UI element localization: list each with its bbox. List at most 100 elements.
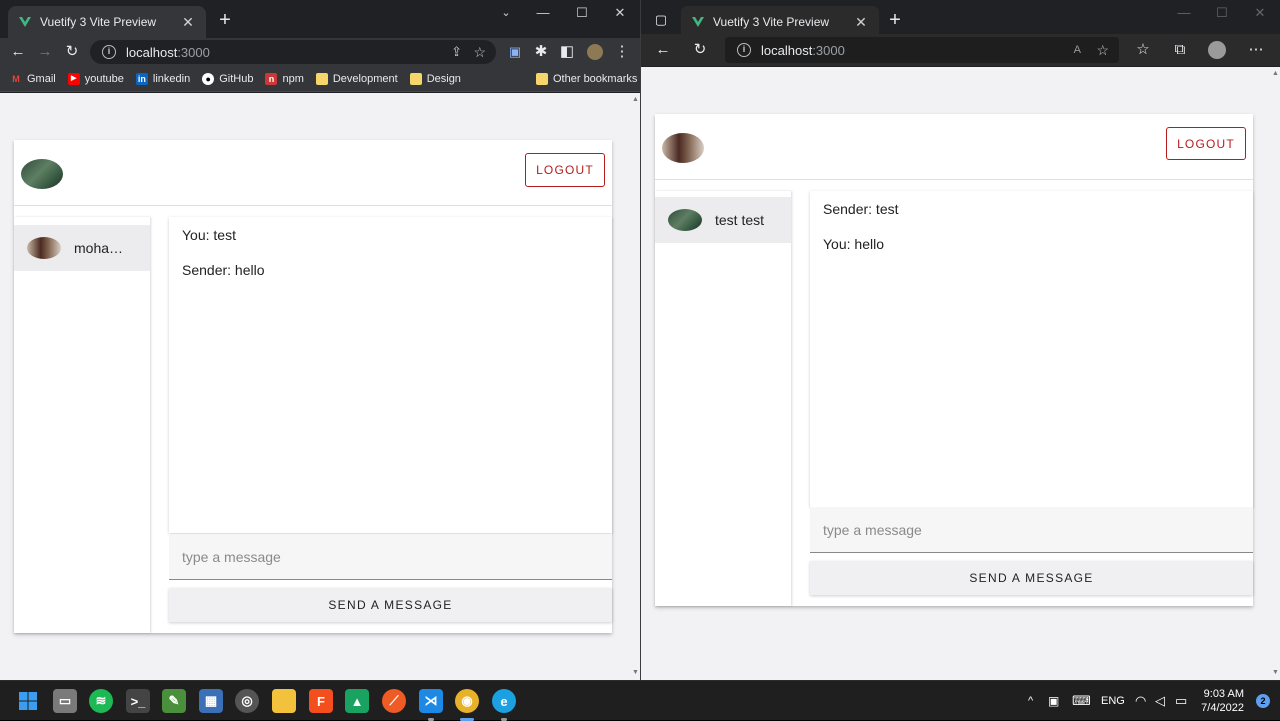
user-avatar[interactable] bbox=[21, 159, 63, 189]
new-tab-button[interactable]: + bbox=[885, 10, 905, 30]
site-info-icon[interactable]: i bbox=[102, 45, 116, 59]
terminal-icon[interactable]: >_ bbox=[126, 689, 150, 713]
url-port: :3000 bbox=[812, 42, 845, 58]
github-icon: ● bbox=[202, 72, 215, 85]
close-window-button[interactable]: ✕ bbox=[1249, 4, 1271, 22]
bookmark-label: linkedin bbox=[152, 72, 191, 85]
back-icon[interactable]: ← bbox=[8, 42, 28, 62]
send-message-button[interactable]: SEND A MESSAGE bbox=[169, 588, 612, 622]
bookmark-github[interactable]: ● GitHub bbox=[202, 72, 253, 85]
folder-icon[interactable] bbox=[272, 689, 296, 713]
postman-icon[interactable]: ⟋ bbox=[382, 689, 406, 713]
user-avatar[interactable] bbox=[662, 133, 704, 163]
url-host: localhost bbox=[761, 42, 813, 58]
edge-page-viewport: ▲ ▼ LOGOUT test test Sender: test You: h… bbox=[641, 67, 1280, 680]
page-scrollbar[interactable]: ▲ ▼ bbox=[630, 93, 640, 680]
message-input-field[interactable] bbox=[169, 534, 612, 580]
contacts-sidebar: mohammed bbox=[14, 217, 150, 633]
close-tab-icon[interactable]: ✕ bbox=[853, 14, 869, 30]
contact-item[interactable]: mohammed bbox=[14, 225, 150, 271]
chat-card: LOGOUT test test Sender: test You: hello… bbox=[655, 114, 1253, 606]
language-indicator[interactable]: ENG bbox=[1101, 681, 1125, 721]
bookmark-star-icon[interactable]: ☆ bbox=[473, 44, 486, 61]
collections-icon[interactable]: ⧉ bbox=[1170, 40, 1190, 60]
close-tab-icon[interactable]: ✕ bbox=[180, 14, 196, 30]
forward-icon[interactable]: → bbox=[35, 42, 55, 62]
bookmark-youtube[interactable]: ▶ youtube bbox=[67, 72, 124, 85]
minimize-button[interactable]: — bbox=[532, 4, 554, 22]
message-input-field[interactable] bbox=[810, 507, 1253, 553]
message-input[interactable] bbox=[182, 548, 612, 565]
contact-avatar bbox=[27, 237, 61, 259]
bookmark-label: Other bookmarks bbox=[553, 72, 638, 85]
address-bar[interactable]: i localhost:3000 A ☆ bbox=[725, 37, 1119, 63]
reload-icon[interactable]: ↻ bbox=[62, 42, 82, 62]
bookmark-linkedin[interactable]: in linkedin bbox=[135, 72, 191, 85]
wifi-icon[interactable]: ◠ bbox=[1135, 681, 1146, 721]
menu-kebab-icon[interactable]: ⋮ bbox=[612, 42, 632, 62]
chrome-tab[interactable]: Vuetify 3 Vite Preview ✕ bbox=[8, 6, 206, 38]
scroll-down-icon[interactable]: ▼ bbox=[1272, 669, 1279, 676]
contact-item[interactable]: test test bbox=[655, 197, 791, 243]
scroll-up-icon[interactable]: ▲ bbox=[1272, 70, 1279, 77]
share-icon[interactable]: ⇪ bbox=[451, 44, 462, 60]
tray-app-icon[interactable]: ▣ bbox=[1048, 681, 1059, 721]
notification-badge[interactable]: 2 bbox=[1256, 694, 1270, 708]
site-info-icon[interactable]: i bbox=[737, 43, 751, 57]
tab-title: Vuetify 3 Vite Preview bbox=[40, 15, 157, 29]
reload-icon[interactable]: ↻ bbox=[690, 40, 710, 60]
obs-icon[interactable]: ◎ bbox=[235, 689, 259, 713]
file-explorer-icon[interactable]: ▭ bbox=[53, 689, 77, 713]
new-tab-button[interactable]: + bbox=[215, 10, 235, 30]
battery-icon[interactable]: ▭ bbox=[1175, 681, 1187, 721]
notepad-icon[interactable]: ✎ bbox=[162, 689, 186, 713]
bookmarks-bar: M Gmail ▶ youtube in linkedin ● GitHub n npm … bbox=[0, 66, 640, 92]
menu-more-icon[interactable]: ⋯ bbox=[1246, 40, 1266, 60]
maximize-button[interactable]: ☐ bbox=[1211, 4, 1233, 22]
message-input[interactable] bbox=[823, 521, 1253, 538]
npm-icon: n bbox=[265, 72, 278, 85]
bookmark-design[interactable]: Design bbox=[409, 72, 461, 85]
read-aloud-icon[interactable]: A bbox=[1074, 44, 1081, 56]
show-hidden-icons[interactable]: ^ bbox=[1028, 681, 1033, 721]
logout-button[interactable]: LOGOUT bbox=[1166, 127, 1246, 160]
bookmark-gmail[interactable]: M Gmail bbox=[10, 72, 56, 85]
bookmark-npm[interactable]: n npm bbox=[265, 72, 304, 85]
bookmark-label: Gmail bbox=[27, 72, 56, 85]
add-favorite-icon[interactable]: ☆ bbox=[1096, 42, 1109, 59]
translate-extension-icon[interactable]: ▣ bbox=[505, 42, 525, 62]
extensions-icon[interactable]: ✱ bbox=[531, 42, 551, 62]
scroll-up-icon[interactable]: ▲ bbox=[632, 96, 639, 103]
vuetify-favicon-icon bbox=[18, 15, 32, 29]
tab-search-icon[interactable]: ⌄ bbox=[495, 4, 517, 22]
tab-actions-icon[interactable]: ▢ bbox=[651, 10, 671, 30]
keyboard-icon[interactable]: ⌨ bbox=[1072, 681, 1091, 721]
vuetify-icon[interactable]: ▲ bbox=[345, 689, 369, 713]
bookmark-development[interactable]: Development bbox=[315, 72, 398, 85]
profile-avatar[interactable] bbox=[585, 42, 605, 62]
message-item: You: hello bbox=[823, 236, 884, 252]
logout-button[interactable]: LOGOUT bbox=[525, 153, 605, 187]
address-bar[interactable]: i localhost:3000 ⇪ ☆ bbox=[90, 40, 496, 64]
favorites-icon[interactable]: ☆ bbox=[1133, 40, 1153, 60]
send-message-button[interactable]: SEND A MESSAGE bbox=[810, 561, 1253, 595]
vscode-icon[interactable]: ⋊ bbox=[419, 689, 443, 713]
back-icon[interactable]: ← bbox=[653, 40, 673, 60]
other-bookmarks[interactable]: Other bookmarks bbox=[536, 72, 638, 85]
page-scrollbar[interactable]: ▲ ▼ bbox=[1270, 67, 1280, 680]
calculator-icon[interactable]: ▦ bbox=[199, 689, 223, 713]
edge-icon[interactable]: e bbox=[492, 689, 516, 713]
figma-icon[interactable]: F bbox=[309, 689, 333, 713]
system-clock[interactable]: 9:03 AM 7/4/2022 bbox=[1201, 687, 1244, 715]
volume-icon[interactable]: ◁ bbox=[1155, 681, 1165, 721]
chrome-icon[interactable]: ◉ bbox=[455, 689, 479, 713]
maximize-button[interactable]: ☐ bbox=[571, 4, 593, 22]
minimize-button[interactable]: — bbox=[1173, 4, 1195, 22]
profile-avatar[interactable] bbox=[1207, 40, 1227, 60]
scroll-down-icon[interactable]: ▼ bbox=[632, 669, 639, 676]
side-panel-icon[interactable]: ◧ bbox=[557, 42, 577, 62]
spotify-icon[interactable]: ≋ bbox=[89, 689, 113, 713]
close-window-button[interactable]: ✕ bbox=[609, 4, 631, 22]
contact-name: test test bbox=[715, 212, 765, 228]
windows-start-icon[interactable] bbox=[16, 689, 40, 713]
